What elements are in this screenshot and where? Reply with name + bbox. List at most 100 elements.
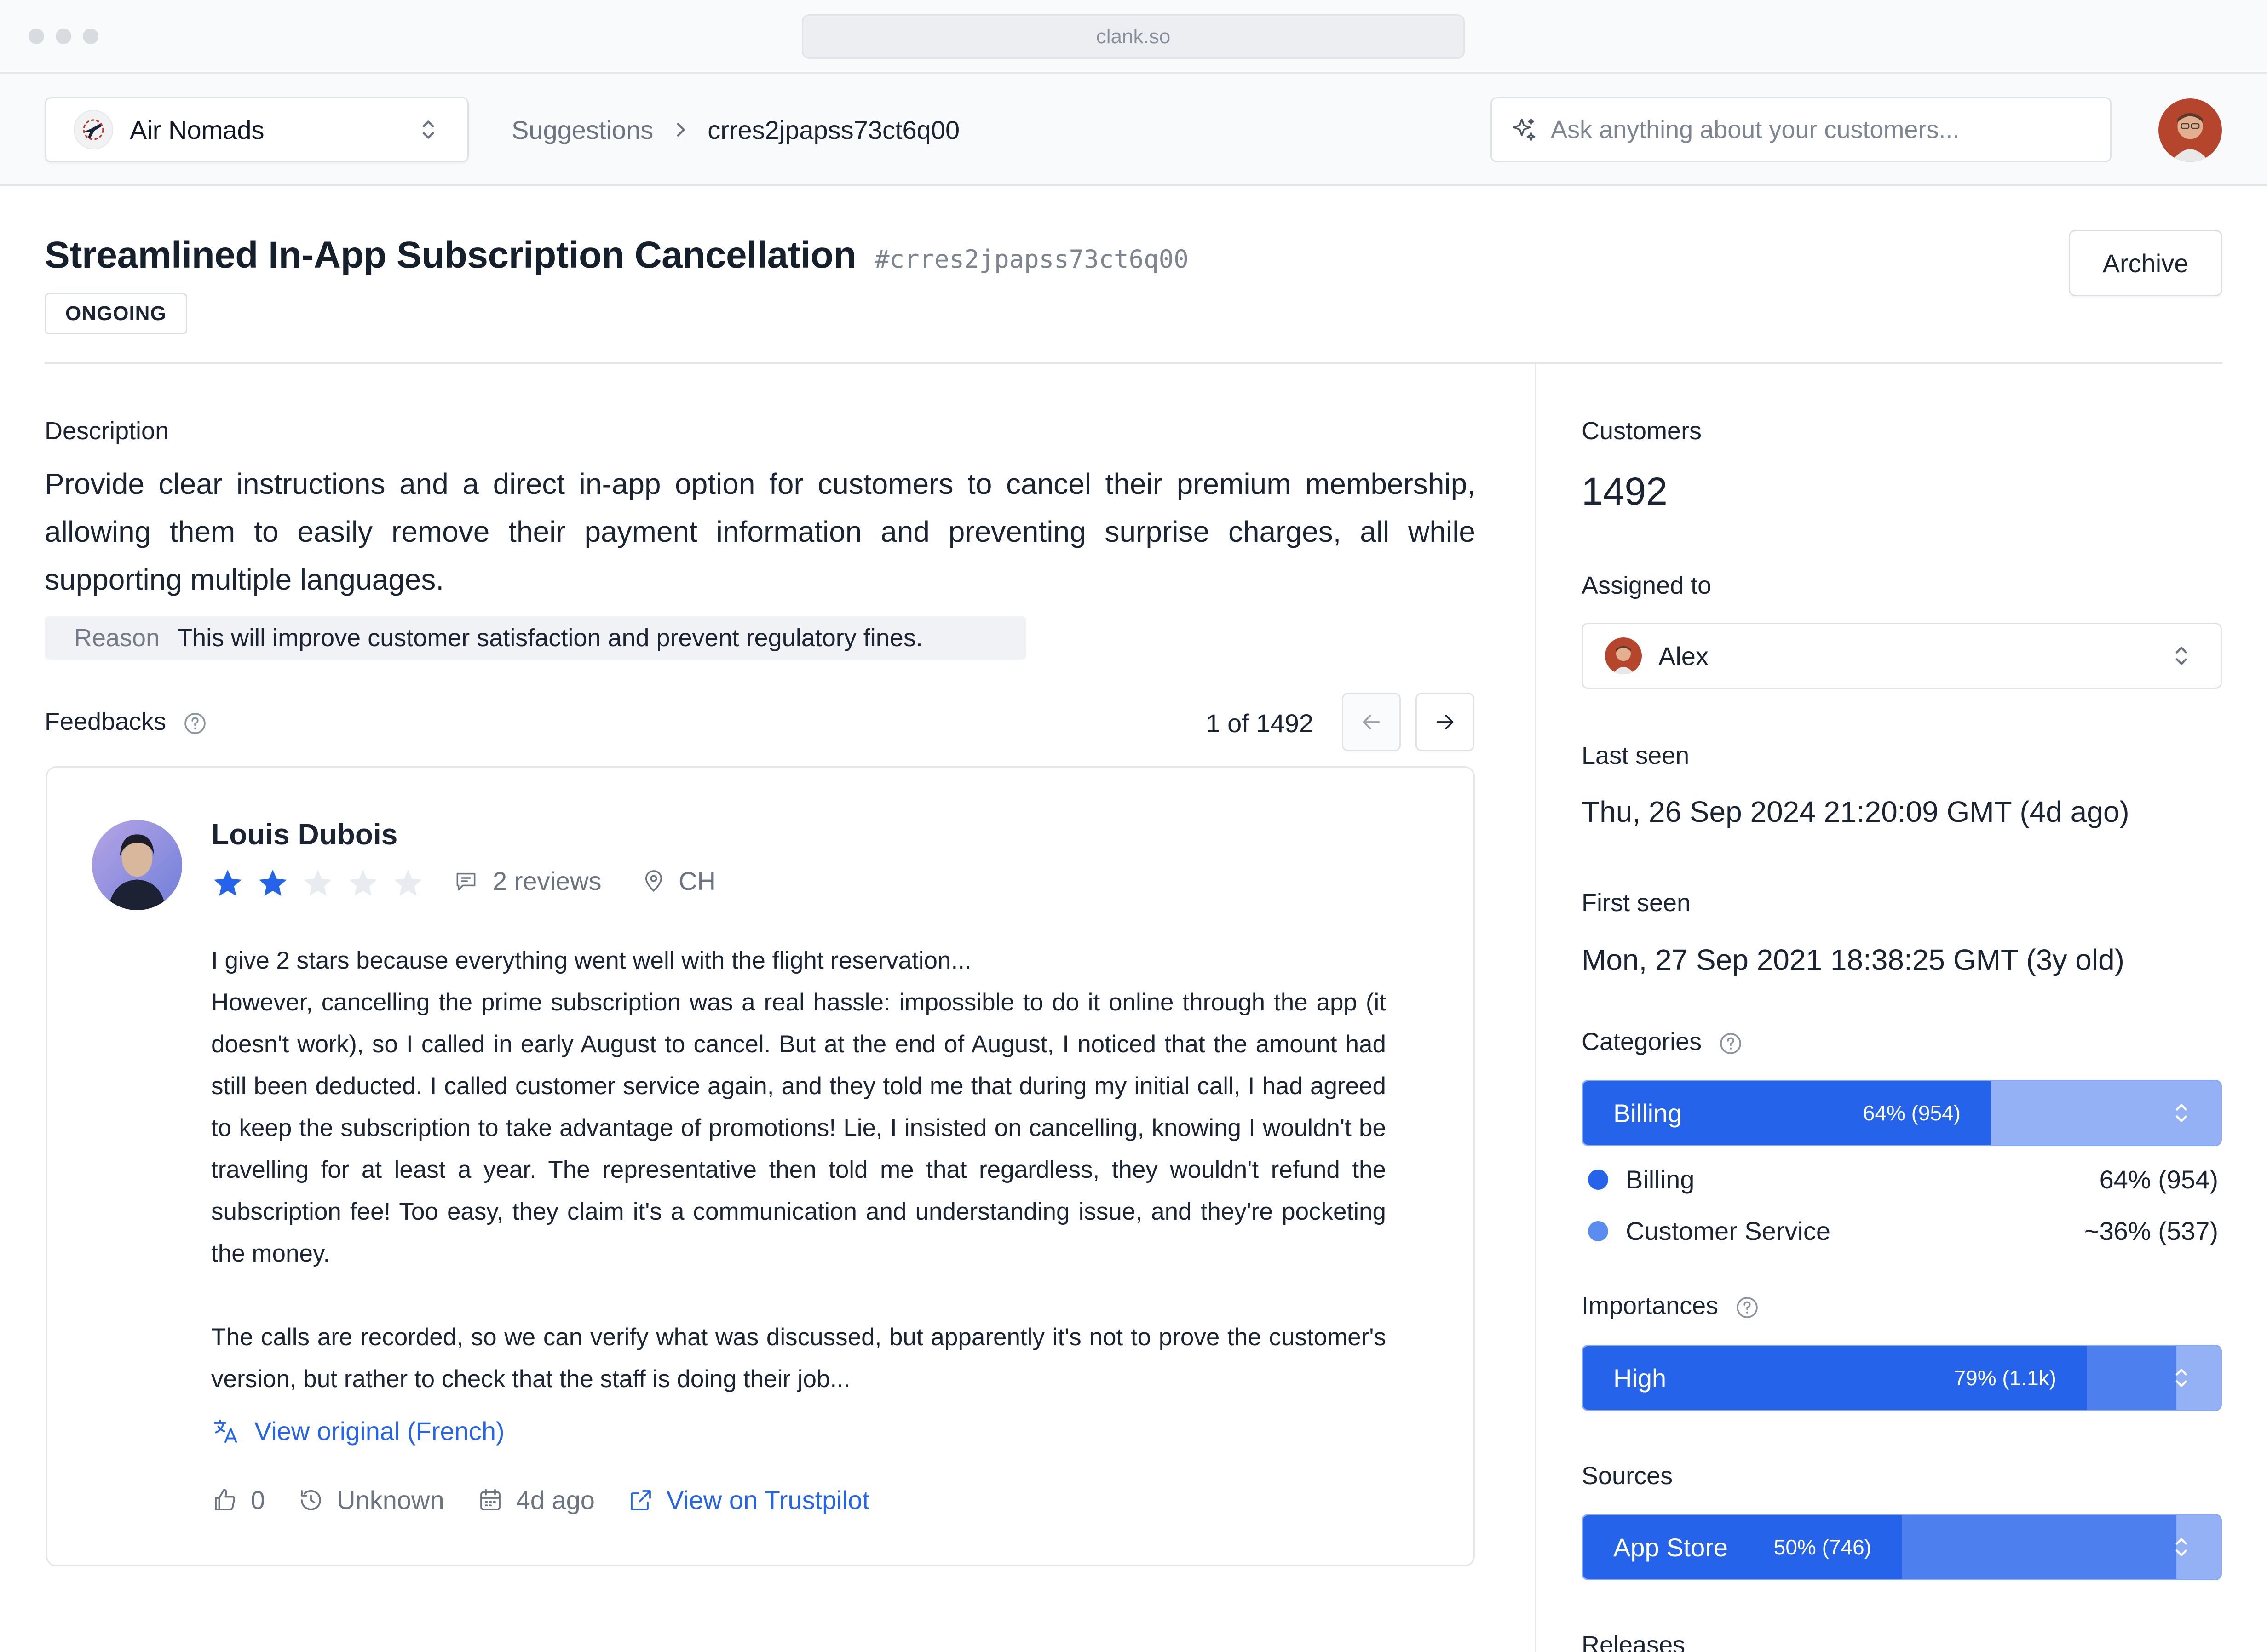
organization-selector[interactable]: Air Nomads (45, 97, 469, 162)
breadcrumb-suggestions-link[interactable]: Suggestions (512, 115, 653, 145)
sources-select[interactable]: App Store 50% (746) (1582, 1514, 2222, 1580)
feedback-paragraph: I give 2 stars because everything went w… (211, 947, 972, 974)
reviews-count-text: 2 reviews (493, 866, 602, 895)
reviewer-review-count: 2 reviews (453, 866, 602, 896)
browser-chrome: clank.so (0, 0, 2267, 74)
importances-select[interactable]: High 79% (1.1k) (1582, 1345, 2222, 1411)
chevron-up-down-icon (2175, 1538, 2187, 1556)
message-icon (456, 872, 476, 890)
reviewer-location: CH (641, 866, 716, 896)
ask-ai-input[interactable]: Ask anything about your customers... (1490, 97, 2112, 162)
chevron-right-icon (677, 123, 685, 137)
assigned-to-label: Assigned to (1582, 572, 1712, 599)
map-pin-icon (645, 870, 662, 892)
description-text: Provide clear instructions and a direct … (45, 467, 1475, 596)
categories-bar-label: Billing (1613, 1098, 1682, 1128)
help-circle-icon[interactable] (182, 711, 208, 736)
location-text: CH (679, 866, 716, 895)
assignee-avatar (1605, 637, 1642, 674)
maximize-window-dot[interactable] (83, 29, 98, 44)
category-color-dot (1588, 1221, 1608, 1241)
sources-bar-percent: 50% (746) (1773, 1535, 1871, 1559)
arrow-left-icon (1363, 715, 1380, 729)
user-avatar[interactable] (2158, 98, 2222, 162)
breadcrumb: Suggestions crres2jpapss73ct6q00 (512, 74, 960, 186)
sources-bar-label: App Store (1613, 1532, 1728, 1562)
help-circle-icon[interactable] (1734, 1295, 1760, 1320)
star-empty-icon (304, 870, 332, 896)
category-name: Customer Service (1626, 1216, 1831, 1245)
star-empty-icon (349, 870, 377, 896)
feedback-paragraph: However, cancelling the prime subscripti… (211, 989, 1386, 1267)
last-seen-value: Thu, 26 Sep 2024 21:20:09 GMT (4d ago) (1582, 795, 2129, 828)
archive-button[interactable]: Archive (2069, 230, 2222, 296)
feedback-footer: 0 Unknown 4d ago View on Trustpilot (211, 1485, 902, 1515)
categories-label: Categories (1582, 1028, 1702, 1055)
categories-select[interactable]: Billing 64% (954) (1582, 1080, 2222, 1146)
category-value: ~36% (537) (2084, 1216, 2218, 1245)
releases-label: Releases (1582, 1631, 1686, 1652)
reviewer-avatar (92, 820, 182, 910)
suggestion-id: #crres2jpapss73ct6q00 (874, 245, 1189, 274)
help-circle-icon[interactable] (1718, 1031, 1743, 1056)
importances-bar-percent: 79% (1.1k) (1954, 1366, 2056, 1390)
view-original-text: View original (French) (254, 1417, 505, 1446)
divider (45, 362, 2222, 364)
star-rating (211, 867, 425, 900)
sources-bar-secondary-fill (1902, 1515, 2176, 1579)
reason-box: Reason This will improve customer satisf… (45, 616, 1026, 660)
sparkles-icon (1513, 118, 1536, 141)
window-controls (29, 29, 98, 44)
customers-label: Customers (1582, 417, 1702, 445)
feedback-pager-count: 1 of 1492 (1206, 709, 1313, 738)
arrow-right-icon (1436, 715, 1454, 729)
organization-logo-icon (74, 110, 113, 149)
importances-label: Importances (1582, 1292, 1719, 1319)
ask-ai-placeholder: Ask anything about your customers... (1551, 116, 1960, 143)
view-on-trustpilot-link[interactable]: View on Trustpilot (627, 1485, 869, 1515)
date-text: 4d ago (516, 1486, 595, 1514)
trustpilot-link-text: View on Trustpilot (666, 1486, 869, 1514)
organization-name: Air Nomads (130, 115, 265, 144)
description-label: Description (45, 417, 169, 445)
categories-bar-percent: 64% (954) (1863, 1101, 1961, 1125)
status-badge: ONGOING (45, 293, 187, 334)
chevron-up-down-icon (2175, 1369, 2187, 1387)
category-value: 64% (954) (2099, 1165, 2218, 1194)
category-legend-item: Billing 64% (954) (1588, 1164, 2218, 1194)
assignee-select[interactable]: Alex (1582, 623, 2222, 689)
feedbacks-heading: Feedbacks (45, 707, 208, 736)
feedback-date: 4d ago (477, 1485, 595, 1515)
previous-feedback-button[interactable] (1342, 693, 1401, 751)
next-feedback-button[interactable] (1415, 693, 1474, 751)
translate-icon (213, 1419, 237, 1443)
minimize-window-dot[interactable] (56, 29, 71, 44)
importances-bar-secondary-fill (2087, 1346, 2176, 1410)
like-count: 0 (251, 1486, 265, 1514)
assignee-name: Alex (1658, 641, 1709, 671)
app-header: Air Nomads Ask anything about your custo… (0, 74, 2267, 186)
close-window-dot[interactable] (29, 29, 44, 44)
last-seen-label: Last seen (1582, 742, 1690, 769)
categories-heading: Categories (1582, 1027, 1743, 1056)
history-icon (301, 1490, 322, 1510)
thumbs-up-icon (215, 1489, 236, 1510)
importances-bar-label: High (1613, 1363, 1667, 1393)
reviewer-name: Louis Dubois (211, 818, 398, 851)
like-button[interactable]: 0 (211, 1485, 265, 1515)
history-status: Unknown (297, 1485, 444, 1515)
page-title: Streamlined In-App Subscription Cancella… (45, 234, 856, 276)
address-bar[interactable]: clank.so (802, 14, 1465, 59)
category-name: Billing (1626, 1165, 1695, 1194)
column-divider (1535, 364, 1536, 1652)
title-row: Streamlined In-App Subscription Cancella… (45, 234, 1189, 277)
feedback-body: I give 2 stars because everything went w… (211, 940, 1386, 1400)
view-original-link[interactable]: View original (French) (211, 1416, 505, 1446)
reason-label: Reason (74, 624, 160, 652)
calendar-icon (480, 1489, 501, 1510)
category-legend-item: Customer Service ~36% (537) (1588, 1216, 2218, 1246)
star-filled-icon (259, 870, 287, 896)
external-link-icon (631, 1490, 651, 1510)
sources-label: Sources (1582, 1462, 1673, 1490)
chevron-up-down-icon (422, 120, 434, 139)
